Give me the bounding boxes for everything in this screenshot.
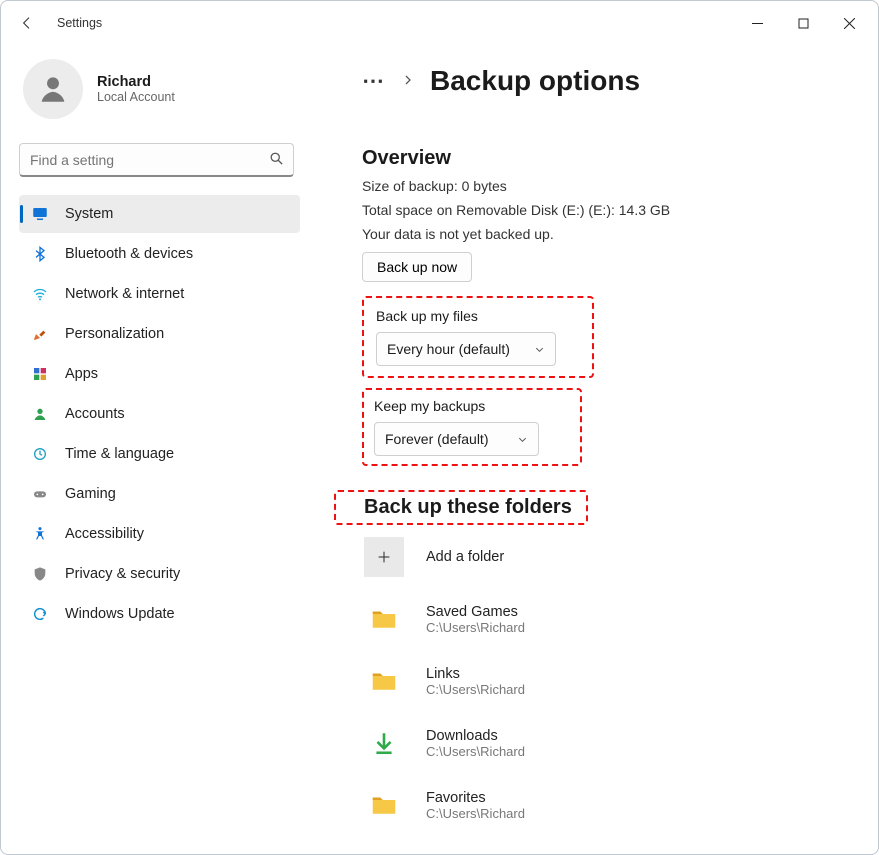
folders-heading: Back up these folders — [334, 490, 588, 525]
close-button[interactable] — [826, 7, 872, 39]
nav-item-personalization[interactable]: Personalization — [19, 315, 300, 353]
chevron-right-icon — [402, 73, 414, 89]
sidebar: Richard Local Account System Bluetooth — [1, 45, 306, 854]
accessibility-icon — [31, 525, 49, 543]
nav-item-accessibility[interactable]: Accessibility — [19, 515, 300, 553]
chevron-down-icon — [517, 434, 528, 445]
window-title: Settings — [57, 16, 102, 30]
folder-row-saved-games[interactable]: Saved Games C:\Users\Richard — [364, 599, 848, 639]
gaming-icon — [31, 485, 49, 503]
nav-label: Personalization — [65, 326, 164, 342]
folder-name: Contacts — [426, 852, 525, 855]
add-folder-row[interactable]: Add a folder — [364, 537, 848, 577]
nav-item-apps[interactable]: Apps — [19, 355, 300, 393]
nav-item-network[interactable]: Network & internet — [19, 275, 300, 313]
nav-item-accounts[interactable]: Accounts — [19, 395, 300, 433]
system-icon — [31, 205, 49, 223]
nav-label: Network & internet — [65, 286, 184, 302]
nav-label: Privacy & security — [65, 566, 180, 582]
backup-frequency-select[interactable]: Every hour (default) — [376, 332, 556, 366]
folder-path: C:\Users\Richard — [426, 806, 525, 821]
folder-icon — [364, 785, 404, 825]
backup-frequency-block: Back up my files Every hour (default) — [362, 296, 594, 378]
network-icon — [31, 285, 49, 303]
page-title: Backup options — [430, 65, 640, 97]
window-controls — [734, 7, 872, 39]
nav-label: System — [65, 206, 113, 222]
nav-label: Accessibility — [65, 526, 144, 542]
folder-name: Favorites — [426, 790, 525, 806]
account-type: Local Account — [97, 90, 175, 104]
minimize-button[interactable] — [734, 7, 780, 39]
keep-backups-label: Keep my backups — [374, 398, 566, 414]
nav-item-gaming[interactable]: Gaming — [19, 475, 300, 513]
main: ⋯ Backup options Overview Size of backup… — [306, 45, 878, 854]
backup-status-line: Your data is not yet backed up. — [362, 226, 848, 242]
nav-label: Accounts — [65, 406, 125, 422]
update-icon — [31, 605, 49, 623]
back-button[interactable] — [17, 13, 37, 33]
account-block[interactable]: Richard Local Account — [19, 59, 300, 119]
apps-icon — [31, 365, 49, 383]
folder-path: C:\Users\Richard — [426, 744, 525, 759]
folder-path: C:\Users\Richard — [426, 682, 525, 697]
avatar — [23, 59, 83, 119]
folder-row-downloads[interactable]: Downloads C:\Users\Richard — [364, 723, 848, 763]
folder-name: Saved Games — [426, 604, 525, 620]
personalization-icon — [31, 325, 49, 343]
time-icon — [31, 445, 49, 463]
search-container — [19, 143, 294, 177]
backup-frequency-label: Back up my files — [376, 308, 580, 324]
nav: System Bluetooth & devices Network & int… — [19, 195, 300, 633]
folder-name: Links — [426, 666, 525, 682]
download-icon — [364, 723, 404, 763]
folder-row-favorites[interactable]: Favorites C:\Users\Richard — [364, 785, 848, 825]
privacy-icon — [31, 565, 49, 583]
overview-heading: Overview — [362, 147, 848, 170]
chevron-down-icon — [534, 344, 545, 355]
folder-row-contacts[interactable]: Contacts C:\Users\Richard — [364, 847, 848, 854]
keep-backups-select[interactable]: Forever (default) — [374, 422, 539, 456]
bluetooth-icon — [31, 245, 49, 263]
add-folder-button[interactable] — [364, 537, 404, 577]
plus-icon — [376, 549, 392, 565]
total-space-line: Total space on Removable Disk (E:) (E:):… — [362, 202, 848, 218]
folder-path: C:\Users\Richard — [426, 620, 525, 635]
folder-icon — [364, 847, 404, 854]
keep-backups-block: Keep my backups Forever (default) — [362, 388, 582, 466]
search-input[interactable] — [19, 143, 294, 177]
maximize-button[interactable] — [780, 7, 826, 39]
nav-item-bluetooth[interactable]: Bluetooth & devices — [19, 235, 300, 273]
folder-icon — [364, 661, 404, 701]
folder-row-links[interactable]: Links C:\Users\Richard — [364, 661, 848, 701]
nav-item-system[interactable]: System — [19, 195, 300, 233]
nav-item-privacy[interactable]: Privacy & security — [19, 555, 300, 593]
backup-frequency-value: Every hour (default) — [387, 341, 510, 357]
breadcrumb: ⋯ Backup options — [362, 65, 848, 97]
nav-item-update[interactable]: Windows Update — [19, 595, 300, 633]
folder-name: Downloads — [426, 728, 525, 744]
nav-item-time[interactable]: Time & language — [19, 435, 300, 473]
nav-label: Windows Update — [65, 606, 175, 622]
add-folder-label: Add a folder — [426, 549, 504, 565]
folder-icon — [364, 599, 404, 639]
nav-label: Gaming — [65, 486, 116, 502]
nav-label: Bluetooth & devices — [65, 246, 193, 262]
folder-list: Add a folder Saved Games C:\Users\Richar… — [362, 537, 848, 854]
titlebar: Settings — [1, 1, 878, 45]
accounts-icon — [31, 405, 49, 423]
backup-size-line: Size of backup: 0 bytes — [362, 178, 848, 194]
account-name: Richard — [97, 74, 175, 90]
breadcrumb-more-icon[interactable]: ⋯ — [362, 68, 386, 94]
backup-now-button[interactable]: Back up now — [362, 252, 472, 282]
keep-backups-value: Forever (default) — [385, 431, 488, 447]
nav-label: Time & language — [65, 446, 174, 462]
nav-label: Apps — [65, 366, 98, 382]
